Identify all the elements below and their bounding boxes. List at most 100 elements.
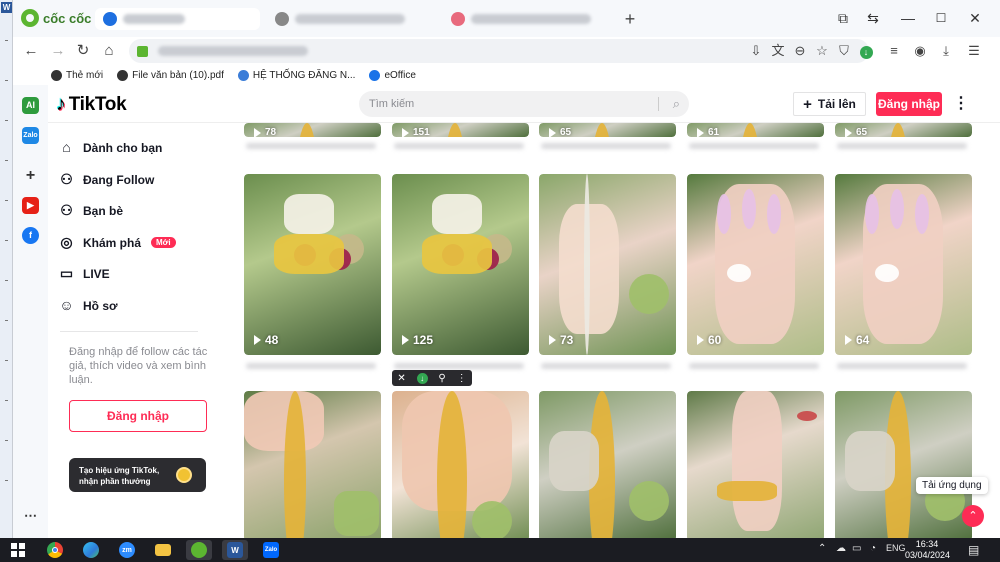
video-caption[interactable]	[394, 363, 524, 369]
coccoc-icon[interactable]	[186, 540, 212, 560]
more-icon[interactable]: ⋯	[22, 507, 39, 524]
video-card[interactable]: 48	[244, 174, 381, 355]
more-icon[interactable]: ⋮	[457, 373, 467, 384]
windows-start-icon[interactable]	[5, 540, 31, 560]
bookmark-star-icon[interactable]: ☆	[813, 42, 831, 60]
video-card[interactable]	[392, 391, 529, 538]
wifi-icon[interactable]: ◔	[870, 543, 876, 554]
zoom-icon[interactable]: ⊖	[791, 42, 809, 60]
close-button[interactable]: ✕	[963, 9, 987, 27]
download-icon[interactable]: ↓	[416, 372, 428, 384]
video-caption[interactable]	[541, 363, 671, 369]
facebook-icon[interactable]: f	[22, 227, 39, 244]
video-download-toolbar[interactable]: ✕ ↓ ⚲ ⋮	[392, 370, 472, 386]
scroll-top-button[interactable]: ⌃	[962, 505, 984, 527]
video-thumbnail[interactable]	[687, 174, 824, 355]
zoom-icon[interactable]: zm	[114, 540, 140, 560]
close-icon[interactable]: ✕	[397, 373, 405, 384]
forward-icon[interactable]: →	[48, 41, 68, 61]
tab-search-icon[interactable]: ⇆	[861, 9, 885, 27]
add-icon[interactable]: +	[22, 167, 39, 184]
video-card[interactable]: 65	[835, 123, 972, 137]
ai-icon[interactable]: AI	[22, 97, 39, 114]
shield-icon[interactable]: ⛉	[835, 42, 853, 60]
video-caption[interactable]	[394, 143, 524, 149]
video-thumbnail[interactable]	[835, 174, 972, 355]
tab-active[interactable]	[95, 8, 260, 30]
video-card[interactable]	[539, 391, 676, 538]
home-icon[interactable]: ⌂	[99, 41, 119, 61]
video-thumbnail[interactable]	[392, 174, 529, 355]
login-button[interactable]: Đăng nhập	[876, 92, 942, 116]
zalo-icon[interactable]: Zalo	[22, 127, 39, 144]
notification-icon[interactable]: ▤	[968, 543, 979, 557]
video-card[interactable]: 125	[392, 174, 529, 355]
maximize-button[interactable]: ☐	[929, 9, 953, 27]
language-indicator[interactable]: ENG	[886, 543, 906, 553]
file-explorer-icon[interactable]	[150, 540, 176, 560]
video-thumbnail[interactable]	[835, 391, 972, 538]
pin-icon[interactable]: ⚲	[438, 373, 445, 384]
profile-menu-icon[interactable]: ⧉	[831, 9, 855, 27]
video-card[interactable]: 61	[687, 123, 824, 137]
nav-profile[interactable]: ☺ Hồ sơ	[58, 297, 117, 314]
zalo-icon[interactable]: Zalo	[258, 540, 284, 560]
search-icon[interactable]: ⌕	[673, 96, 680, 112]
video-thumbnail[interactable]	[539, 174, 676, 355]
video-caption[interactable]	[837, 363, 967, 369]
video-card[interactable]	[244, 391, 381, 538]
video-thumbnail[interactable]	[244, 391, 381, 538]
word-icon[interactable]: W	[222, 540, 248, 560]
install-app-icon[interactable]: ⇩	[747, 42, 765, 60]
back-icon[interactable]: ←	[21, 41, 41, 61]
video-card[interactable]	[687, 391, 824, 538]
nav-for-you[interactable]: ⌂ Dành cho bạn	[58, 139, 162, 156]
translate-icon[interactable]: 文	[769, 42, 787, 60]
video-thumbnail[interactable]	[539, 391, 676, 538]
bookmark-item[interactable]: HỆ THỐNG ĐĂNG N...	[237, 69, 355, 81]
upload-button[interactable]: + Tải lên	[793, 92, 866, 116]
video-card[interactable]: 65	[539, 123, 676, 137]
sidebar-login-button[interactable]: Đăng nhập	[69, 400, 207, 432]
coccoc-logo[interactable]: cốc cốc	[21, 9, 91, 27]
more-options-icon[interactable]: ⋮	[952, 93, 970, 115]
video-caption[interactable]	[837, 143, 967, 149]
video-card[interactable]: 73	[539, 174, 676, 355]
video-card[interactable]: 60	[687, 174, 824, 355]
account-icon[interactable]: ◉	[911, 42, 929, 60]
video-caption[interactable]	[689, 363, 819, 369]
clock[interactable]: 16:34 03/04/2024	[905, 539, 950, 561]
video-caption[interactable]	[246, 143, 376, 149]
search-input[interactable]: Tìm kiếm ⌕	[359, 91, 689, 117]
bookmark-item[interactable]: File văn bản (10).pdf	[117, 69, 224, 81]
bookmark-item[interactable]: Thẻ mới	[51, 69, 103, 81]
video-thumbnail[interactable]	[392, 391, 529, 538]
nav-following[interactable]: ⚇ Đang Follow	[58, 171, 154, 188]
nav-friends[interactable]: ⚇ Bạn bè	[58, 202, 123, 219]
minimize-button[interactable]: —	[896, 9, 920, 27]
bookmark-item[interactable]: eOffice	[369, 69, 416, 81]
nav-live[interactable]: ▭ LIVE	[58, 265, 110, 282]
battery-icon[interactable]: ▭	[852, 543, 861, 554]
menu-icon[interactable]: ☰	[965, 42, 983, 60]
cloud-icon[interactable]: ☁	[836, 543, 846, 554]
video-caption[interactable]	[689, 143, 819, 149]
video-caption[interactable]	[246, 363, 376, 369]
nav-explore[interactable]: ◎ Khám phá Mới	[58, 234, 176, 251]
new-tab-button[interactable]: +	[620, 9, 640, 29]
media-control-icon[interactable]: ≡	[885, 42, 903, 60]
video-caption[interactable]	[541, 143, 671, 149]
video-thumbnail[interactable]	[244, 174, 381, 355]
tab-2[interactable]	[267, 8, 437, 30]
chrome-icon[interactable]	[42, 540, 68, 560]
downloads-icon[interactable]: ⤓	[937, 42, 955, 60]
download-extension-icon[interactable]: ↓	[857, 42, 875, 60]
video-card[interactable]: 78	[244, 123, 381, 137]
video-card[interactable]	[835, 391, 972, 538]
tab-3[interactable]	[443, 8, 613, 30]
video-thumbnail[interactable]	[687, 391, 824, 538]
effect-promo-card[interactable]: Tạo hiệu ứng TikTok, nhận phần thưởng	[69, 458, 206, 492]
edge-icon[interactable]	[78, 540, 104, 560]
video-card[interactable]: 64	[835, 174, 972, 355]
show-hidden-icons-icon[interactable]: ⌃	[818, 543, 826, 554]
